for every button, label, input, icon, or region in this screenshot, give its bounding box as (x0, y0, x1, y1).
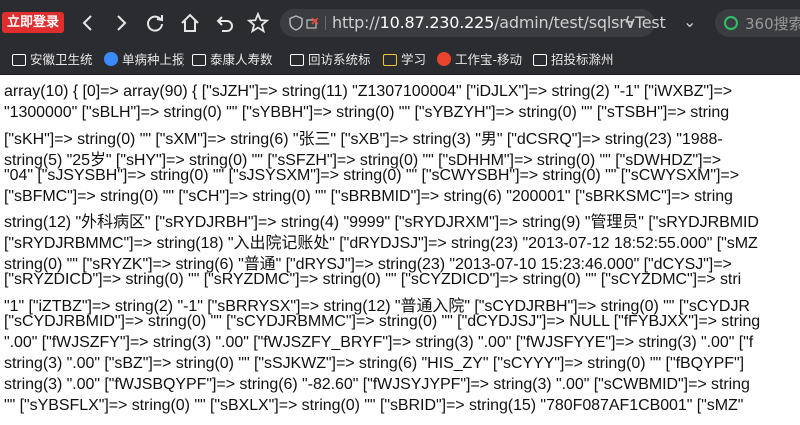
bookmark-separator (182, 54, 183, 67)
home-icon (181, 13, 199, 32)
bookmark-item[interactable]: 单病种上报 (104, 51, 186, 69)
bookmark-label: 安徽卫生统 (30, 52, 93, 67)
search-box[interactable]: 360搜索 (715, 9, 800, 37)
bookmark-label: 学习 (401, 52, 427, 67)
bookmark-item[interactable]: 回访系统标 (290, 51, 371, 69)
dump-line: "04" ["sJSYSBH"]=> string(0) "" ["sJSYSX… (4, 166, 740, 184)
dump-line: "1300000" ["sBLH"]=> string(0) "" ["sYBB… (4, 103, 730, 121)
bookmark-label: 招投标滁州 (551, 52, 614, 67)
url-path: /admin/test/sqlsrvTest (494, 13, 666, 32)
favorite-button[interactable] (245, 10, 271, 36)
url-host: 10.87.230.225 (379, 13, 495, 32)
dropdown-chevron-icon[interactable]: ⌄ (683, 12, 696, 31)
bookmark-item[interactable]: 招投标滁州 (533, 51, 614, 69)
page-content: array(10) { [0]=> array(90) { ["sJZH"]=>… (4, 78, 800, 425)
bookmark-label: 回访系统标 (308, 52, 371, 67)
globe-icon (104, 52, 118, 66)
lightning-icon[interactable]: ϟ (624, 13, 635, 32)
reload-button[interactable] (142, 10, 168, 36)
dump-line: ".00" ["fWJSZFY"]=> string(3) ".00" ["fW… (4, 333, 754, 351)
dump-line: ["sRYZDICD"]=> string(0) "" ["sRYZDMC"]=… (4, 271, 742, 289)
login-button[interactable]: 立即登录 (2, 12, 65, 33)
bookmark-item[interactable]: 安徽卫生统 (12, 51, 94, 69)
forward-arrow-icon (117, 15, 127, 31)
home-button[interactable] (177, 10, 203, 36)
star-icon (246, 11, 270, 34)
forward-button[interactable] (108, 10, 134, 36)
dump-line: string(3) ".00" ["fWJSBQYPF"]=> string(6… (4, 375, 750, 393)
dump-line: "" ["sYBSFLX"]=> string(0) "" ["sBXLX"]=… (4, 396, 744, 414)
dump-line: ["sBFMC"]=> string(0) "" ["sCH"]=> strin… (4, 187, 733, 205)
address-separator (325, 16, 326, 30)
not-secure-icon (306, 18, 318, 29)
address-bar[interactable]: http://10.87.230.225/admin/test/sqlsrvTe… (280, 9, 666, 37)
folder-icon (290, 54, 304, 66)
bookmark-item[interactable]: 学习 (383, 51, 429, 69)
shield-icon (289, 15, 303, 31)
folder-icon (12, 54, 26, 66)
folder-icon (192, 54, 206, 66)
url-prefix: http:// (332, 13, 380, 32)
bookmarks-bar: 安徽卫生统 单病种上报 泰康人寿数 回访系统标 学习 工作宝-移动 招投标滁州 (0, 46, 800, 75)
dump-line: ["sCYDJRBMID"]=> string(0) "" ["sCYDJRBM… (4, 312, 761, 330)
reload-icon (147, 15, 163, 32)
bookmark-label: 工作宝-移动 (455, 52, 523, 67)
dump-line: array(10) { [0]=> array(90) { ["sJZH"]=>… (4, 83, 733, 100)
undo-close-tab-button[interactable] (211, 10, 237, 36)
back-button[interactable] (75, 10, 101, 36)
bookmark-label: 泰康人寿数 (210, 52, 273, 67)
bookmark-item[interactable]: 泰康人寿数 (192, 51, 278, 69)
bookmark-item[interactable]: 工作宝-移动 (437, 51, 525, 69)
url-text[interactable]: http://10.87.230.225/admin/test/sqlsrvTe… (332, 13, 666, 32)
folder-icon (533, 54, 547, 66)
search-engine-icon (724, 16, 738, 30)
back-arrow-icon (82, 15, 92, 31)
bookmark-label: 单病种上报 (122, 52, 185, 67)
folder-icon (383, 54, 397, 66)
search-placeholder: 360搜索 (745, 15, 800, 33)
browser-toolbar: 立即登录 http://10.87.230.225/admin/test/sql… (0, 0, 800, 46)
dump-line: string(3) ".00" ["sBZ"]=> string(0) "" [… (4, 354, 744, 372)
app-icon (437, 52, 451, 66)
undo-icon (216, 16, 233, 32)
